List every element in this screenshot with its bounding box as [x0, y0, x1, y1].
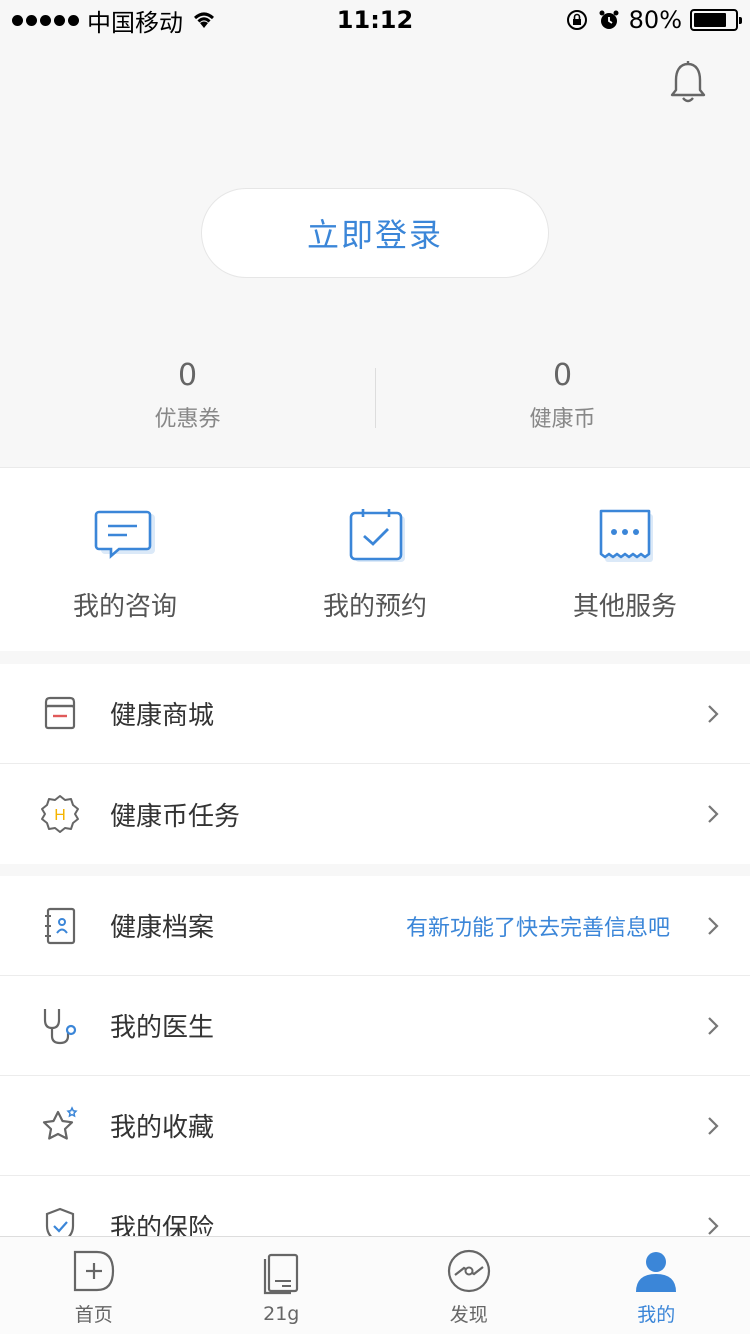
battery-fill: [694, 13, 726, 27]
coupon-stat[interactable]: 0 优惠券: [0, 358, 375, 438]
chevron-right-icon: [708, 1016, 719, 1035]
health-record-icon: [45, 907, 76, 944]
menu-label-health-store: 健康商城: [110, 701, 215, 731]
coupon-count: 0: [177, 358, 198, 393]
stethoscope-icon: [43, 1008, 77, 1044]
status-bar: 中国移动 11:12 80%: [0, 0, 750, 40]
my-appointment-button[interactable]: 我的预约: [250, 468, 500, 651]
tab-21g[interactable]: 21g: [188, 1237, 376, 1334]
health-coin-label: 健康币: [529, 407, 596, 432]
battery-percent: 80%: [628, 6, 682, 34]
tab-discover-label: 发现: [449, 1304, 488, 1326]
alarm-icon: [599, 10, 619, 29]
menu-label-health-record: 健康档案: [110, 913, 215, 943]
quick-actions: 我的咨询 我的预约 其他服务: [0, 467, 750, 651]
home-plus-icon: [73, 1250, 114, 1292]
chat-icon: [94, 510, 155, 559]
discover-icon: [447, 1249, 490, 1293]
tab-home-label: 首页: [74, 1304, 113, 1326]
bell-icon[interactable]: [668, 60, 708, 106]
my-consultation-button[interactable]: 我的咨询: [0, 468, 250, 651]
coupon-label: 优惠券: [154, 407, 221, 432]
coin-badge-icon: H: [41, 795, 79, 833]
chevron-right-icon: [708, 805, 719, 823]
calendar-check-icon: [349, 509, 405, 562]
health-record-hint: 有新功能了快去完善信息吧: [405, 915, 670, 941]
battery-icon: [690, 9, 742, 31]
signal-icon: [12, 14, 79, 26]
svg-text:H: H: [54, 807, 66, 824]
status-left: 中国移动: [12, 3, 217, 38]
menu-label-my-doctor: 我的医生: [110, 1013, 215, 1043]
chevron-right-icon: [708, 1116, 719, 1135]
tab-home[interactable]: 首页: [0, 1237, 188, 1334]
status-right: 80%: [565, 6, 742, 34]
health-coin-stat[interactable]: 0 健康币: [375, 358, 750, 438]
profile-header: 立即登录 0 优惠券 0 健康币: [0, 40, 750, 467]
more-services-icon: [599, 509, 653, 562]
tab-mine-label: 我的: [637, 1304, 676, 1326]
my-appointment-label: 我的预约: [322, 592, 427, 622]
stats-row: 0 优惠券 0 健康币: [0, 358, 750, 438]
other-services-button[interactable]: 其他服务: [500, 468, 750, 651]
tab-21g-label: 21g: [263, 1302, 300, 1325]
my-consultation-label: 我的咨询: [72, 592, 177, 622]
star-icon: [42, 1105, 78, 1140]
tab-discover[interactable]: 发现: [375, 1237, 563, 1334]
menu-item-my-doctor[interactable]: 我的医生: [0, 976, 750, 1076]
book-icon: [264, 1253, 299, 1294]
tab-bar: 首页 21g 发现 我的: [0, 1236, 750, 1334]
chevron-right-icon: [708, 1217, 719, 1235]
menu-group-1: 健康商城 H 健康币任务: [0, 664, 750, 864]
chevron-right-icon: [708, 704, 719, 723]
menu-label-my-favorites: 我的收藏: [110, 1113, 215, 1143]
profile-icon: [636, 1252, 677, 1292]
menu-label-coin-tasks: 健康币任务: [110, 801, 241, 832]
stats-divider: [375, 368, 376, 428]
carrier-name: 中国移动: [87, 8, 183, 37]
menu-group-2: 健康档案 有新功能了快去完善信息吧 我的医生 我的收藏 我的保险: [0, 876, 750, 1276]
store-box-icon: [44, 696, 76, 729]
menu-item-my-favorites[interactable]: 我的收藏: [0, 1076, 750, 1176]
tab-mine[interactable]: 我的: [563, 1237, 750, 1334]
menu-item-health-record[interactable]: 健康档案 有新功能了快去完善信息吧: [0, 876, 750, 976]
other-services-label: 其他服务: [572, 592, 677, 622]
rotation-lock-icon: [566, 10, 587, 30]
wifi-icon: [194, 12, 214, 28]
menu-item-health-store[interactable]: 健康商城: [0, 664, 750, 764]
health-coin-count: 0: [552, 358, 573, 393]
menu-item-coin-tasks[interactable]: H 健康币任务: [0, 764, 750, 864]
chevron-right-icon: [708, 916, 719, 935]
login-button[interactable]: 立即登录: [201, 188, 549, 278]
